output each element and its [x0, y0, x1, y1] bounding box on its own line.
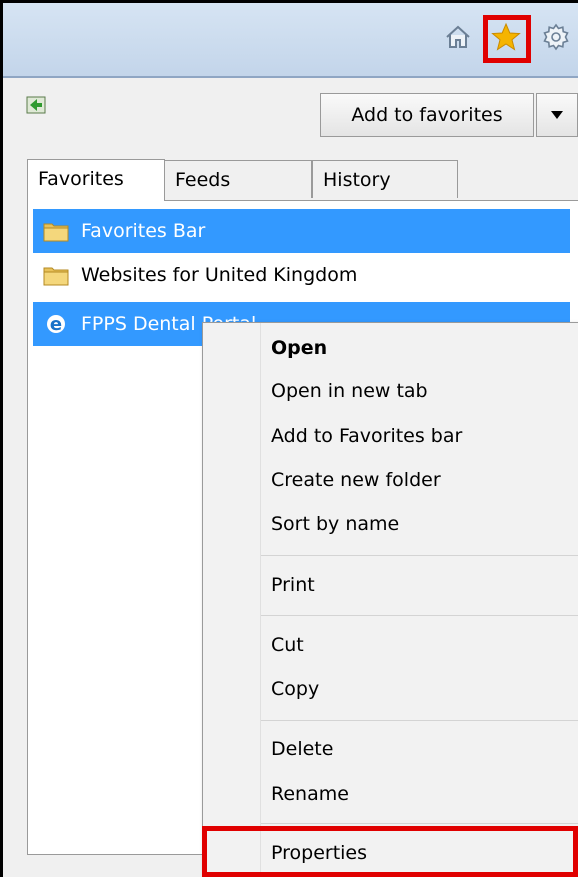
tab-favorites[interactable]: Favorites — [27, 159, 165, 201]
folder-icon — [43, 223, 69, 242]
menu-item-sort-by-name[interactable]: Sort by name — [271, 504, 399, 544]
menu-item-open-new-tab[interactable]: Open in new tab — [271, 371, 428, 411]
properties-highlight-box — [202, 826, 578, 877]
list-item-label: Favorites Bar — [81, 220, 206, 242]
add-to-favorites-dropdown[interactable] — [536, 93, 578, 137]
ie-icon: e — [47, 314, 65, 335]
list-item-favorites-bar[interactable]: Favorites Bar — [33, 209, 570, 253]
svg-text:e: e — [50, 314, 62, 335]
folder-icon — [43, 267, 69, 286]
tab-history[interactable]: History — [312, 160, 458, 198]
gear-icon[interactable] — [536, 17, 576, 57]
context-menu: Open Open in new tab Add to Favorites ba… — [202, 322, 578, 877]
menu-item-rename[interactable]: Rename — [271, 774, 349, 814]
home-icon[interactable] — [438, 17, 478, 57]
tab-feeds[interactable]: Feeds — [164, 160, 312, 198]
menu-item-delete[interactable]: Delete — [271, 729, 333, 769]
menu-separator — [261, 823, 578, 824]
menu-gutter — [260, 323, 261, 877]
menu-item-print[interactable]: Print — [271, 565, 315, 605]
chevron-down-icon — [551, 111, 563, 119]
menu-item-open[interactable]: Open — [271, 328, 327, 368]
menu-item-create-new-folder[interactable]: Create new folder — [271, 460, 441, 500]
list-item-label: Websites for United Kingdom — [81, 264, 358, 286]
favorites-highlight-box — [483, 15, 531, 63]
menu-separator — [261, 615, 578, 616]
menu-separator — [261, 720, 578, 721]
menu-item-copy[interactable]: Copy — [271, 669, 319, 709]
menu-item-cut[interactable]: Cut — [271, 625, 304, 665]
menu-separator — [261, 555, 578, 556]
menu-item-add-to-favorites-bar[interactable]: Add to Favorites bar — [271, 416, 462, 456]
pin-back-icon[interactable] — [26, 96, 46, 114]
list-item-websites-uk[interactable]: Websites for United Kingdom — [33, 253, 570, 297]
add-to-favorites-button[interactable]: Add to favorites — [320, 93, 534, 137]
